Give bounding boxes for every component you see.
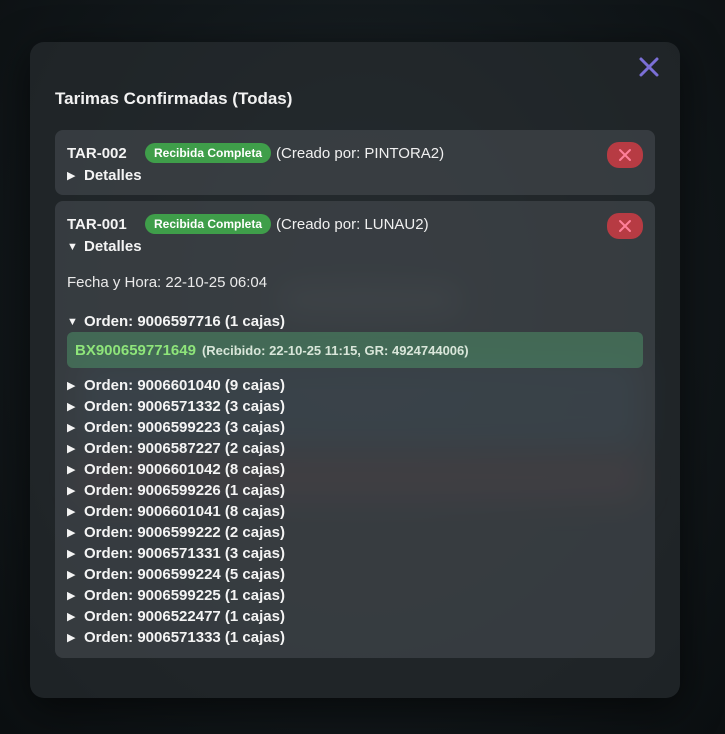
- triangle-right-icon: ▶: [67, 380, 76, 392]
- box-code: BX900659771649: [75, 341, 196, 359]
- triangle-right-icon: ▶: [67, 485, 76, 497]
- order-toggle[interactable]: ▶ Orden: 9006571333 (1 cajas): [67, 627, 643, 648]
- box-meta: (Recibido: 22-10-25 11:15, GR: 492474400…: [201, 342, 469, 358]
- close-icon[interactable]: [636, 54, 662, 80]
- triangle-down-icon: ▼: [67, 315, 78, 328]
- order-label: Orden: 9006599224 (5 cajas): [84, 566, 285, 583]
- pallet-id: TAR-001: [67, 215, 127, 233]
- order-label: Orden: 9006599225 (1 cajas): [84, 587, 285, 604]
- triangle-right-icon: ▶: [67, 464, 76, 476]
- triangle-down-icon: ▼: [67, 240, 78, 253]
- details-label: Detalles: [84, 167, 142, 184]
- order-label: Orden: 9006597716 (1 cajas): [84, 313, 285, 330]
- order-label: Orden: 9006599222 (2 cajas): [84, 524, 285, 541]
- order-toggle[interactable]: ▶ Orden: 9006522477 (1 cajas): [67, 606, 643, 627]
- order-toggle[interactable]: ▶ Orden: 9006599222 (2 cajas): [67, 522, 643, 543]
- order-toggle[interactable]: ▶ Orden: 9006599224 (5 cajas): [67, 564, 643, 585]
- confirmed-pallets-modal: Tarimas Confirmadas (Todas) TAR-002 Reci…: [30, 42, 680, 698]
- triangle-right-icon: ▶: [67, 527, 76, 539]
- creator-label: (Creado por: PINTORA2): [276, 144, 445, 162]
- triangle-right-icon: ▶: [67, 632, 76, 644]
- order-toggle[interactable]: ▶ Orden: 9006587227 (2 cajas): [67, 438, 643, 459]
- status-badge: Recibida Completa: [145, 214, 272, 234]
- modal-title: Tarimas Confirmadas (Todas): [55, 89, 293, 108]
- order-label: Orden: 9006571333 (1 cajas): [84, 629, 285, 646]
- order-label: Orden: 9006601040 (9 cajas): [84, 377, 285, 394]
- triangle-right-icon: ▶: [67, 506, 76, 518]
- triangle-right-icon: ▶: [67, 443, 76, 455]
- triangle-right-icon: ▶: [67, 422, 76, 434]
- order-label: Orden: 9006601042 (8 cajas): [84, 461, 285, 478]
- triangle-right-icon: ▶: [67, 548, 76, 560]
- pallet-card: TAR-001 Recibida Completa (Creado por: L…: [55, 201, 655, 658]
- details-toggle[interactable]: ▼ Detalles: [67, 237, 643, 256]
- order-label: Orden: 9006587227 (2 cajas): [84, 440, 285, 457]
- box-item: BX900659771649 (Recibido: 22-10-25 11:15…: [67, 332, 643, 368]
- datetime-label: Fecha y Hora: 22-10-25 06:04: [67, 274, 268, 291]
- pallet-id: TAR-002: [67, 144, 127, 162]
- triangle-right-icon: ▶: [67, 611, 76, 623]
- delete-pallet-button[interactable]: [607, 142, 643, 168]
- close-icon: [619, 220, 631, 232]
- order-toggle[interactable]: ▶ Orden: 9006599223 (3 cajas): [67, 417, 643, 438]
- close-icon: [619, 149, 631, 161]
- order-toggle[interactable]: ▶ Orden: 9006601040 (9 cajas): [67, 375, 643, 396]
- order-toggle[interactable]: ▶ Orden: 9006599226 (1 cajas): [67, 480, 643, 501]
- order-toggle[interactable]: ▶ Orden: 9006571332 (3 cajas): [67, 396, 643, 417]
- order-label: Orden: 9006571331 (3 cajas): [84, 545, 285, 562]
- triangle-right-icon: ▶: [67, 569, 76, 581]
- status-badge: Recibida Completa: [145, 143, 272, 163]
- triangle-right-icon: ▶: [67, 401, 76, 413]
- order-toggle[interactable]: ▶ Orden: 9006601041 (8 cajas): [67, 501, 643, 522]
- order-toggle[interactable]: ▶ Orden: 9006599225 (1 cajas): [67, 585, 643, 606]
- order-label: Orden: 9006571332 (3 cajas): [84, 398, 285, 415]
- details-label: Detalles: [84, 238, 142, 255]
- details-toggle[interactable]: ▶ Detalles: [67, 166, 643, 185]
- pallet-card: TAR-002 Recibida Completa (Creado por: P…: [55, 130, 655, 195]
- triangle-right-icon: ▶: [67, 590, 76, 602]
- order-label: Orden: 9006522477 (1 cajas): [84, 608, 285, 625]
- delete-pallet-button[interactable]: [607, 213, 643, 239]
- order-toggle[interactable]: ▼ Orden: 9006597716 (1 cajas): [67, 311, 643, 332]
- order-label: Orden: 9006599226 (1 cajas): [84, 482, 285, 499]
- creator-label: (Creado por: LUNAU2): [276, 215, 429, 233]
- order-label: Orden: 9006601041 (8 cajas): [84, 503, 285, 520]
- triangle-right-icon: ▶: [67, 170, 76, 182]
- order-toggle[interactable]: ▶ Orden: 9006601042 (8 cajas): [67, 459, 643, 480]
- order-label: Orden: 9006599223 (3 cajas): [84, 419, 285, 436]
- order-toggle[interactable]: ▶ Orden: 9006571331 (3 cajas): [67, 543, 643, 564]
